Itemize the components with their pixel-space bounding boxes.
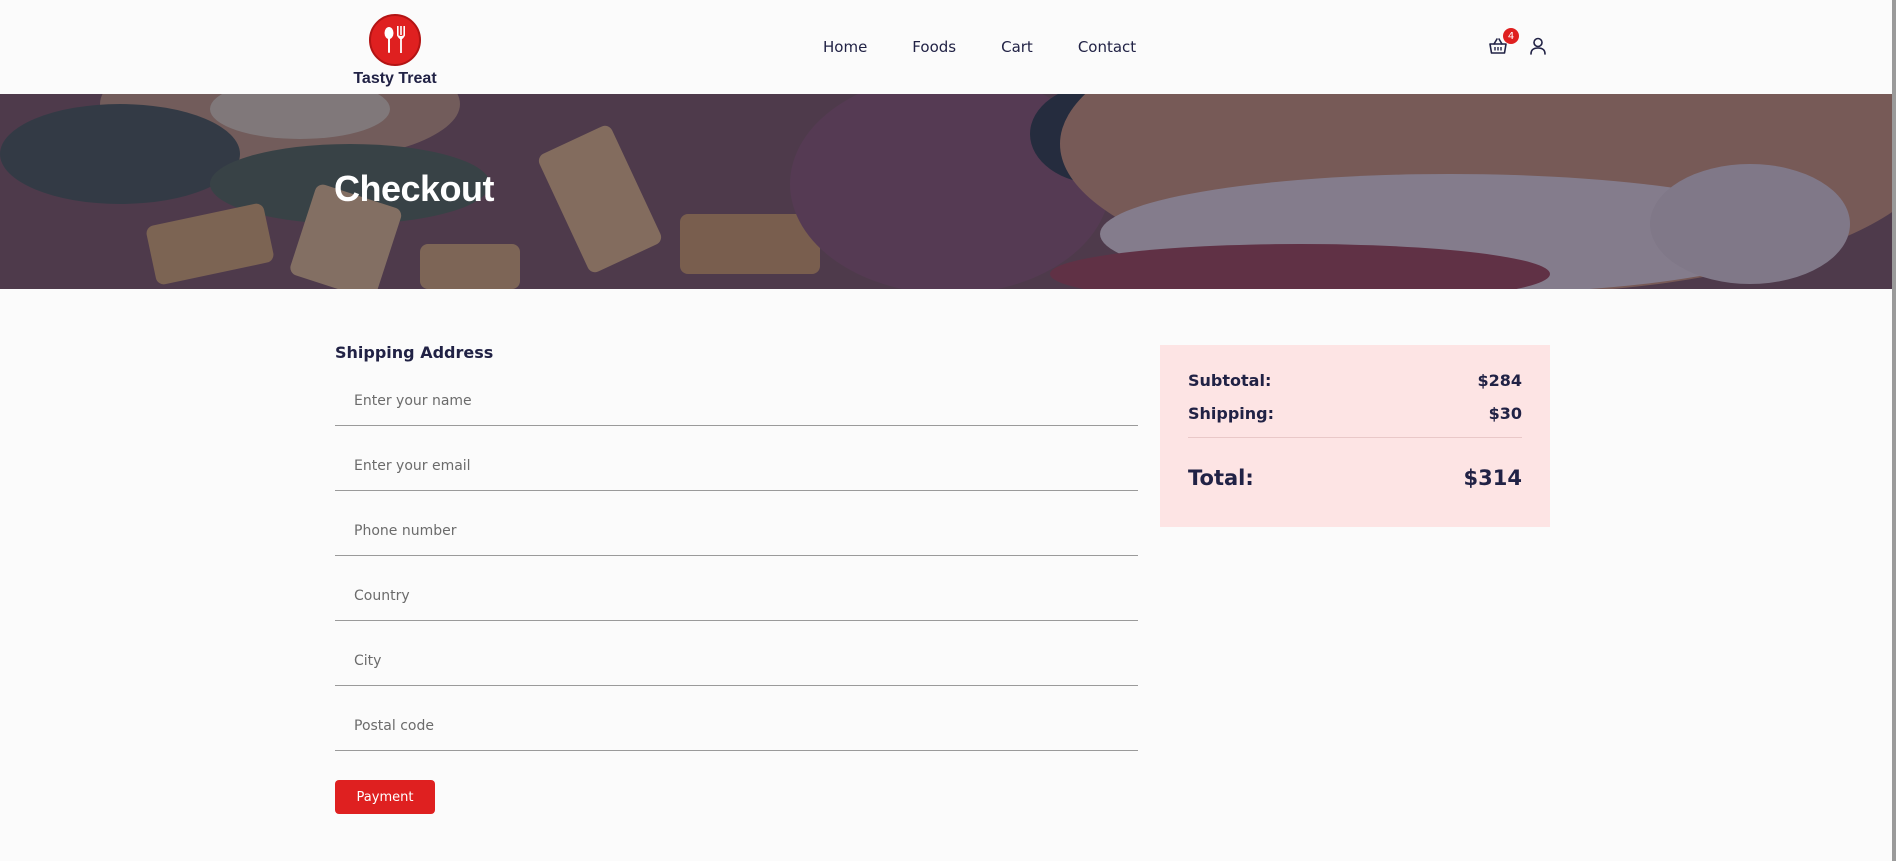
cart-count-badge: 4 bbox=[1503, 28, 1519, 44]
nav-item-foods[interactable]: Foods bbox=[912, 38, 956, 56]
user-icon bbox=[1530, 37, 1546, 55]
scrollbar-thumb[interactable] bbox=[1892, 0, 1896, 861]
hero-overlay bbox=[0, 94, 1892, 289]
cart-button[interactable]: 4 bbox=[1488, 28, 1519, 56]
country-field-wrapper bbox=[335, 572, 1138, 621]
name-input[interactable] bbox=[335, 377, 1138, 425]
shipping-value: $30 bbox=[1488, 404, 1522, 423]
summary-divider bbox=[1188, 437, 1522, 438]
city-field-wrapper bbox=[335, 637, 1138, 686]
page-hero: Checkout bbox=[0, 94, 1892, 289]
brand-name: Tasty Treat bbox=[353, 70, 437, 87]
subtotal-value: $284 bbox=[1477, 371, 1522, 390]
page-title: Checkout bbox=[334, 168, 495, 209]
nav-item-home[interactable]: Home bbox=[823, 38, 867, 56]
nav-item-contact[interactable]: Contact bbox=[1078, 38, 1136, 56]
subtotal-label: Subtotal: bbox=[1188, 371, 1272, 390]
shipping-label: Shipping: bbox=[1188, 404, 1275, 423]
site-header: Tasty Treat Home Foods Cart Contact 4 bbox=[0, 0, 1892, 94]
shipping-form: Shipping Address Payment bbox=[335, 343, 1138, 814]
payment-button[interactable]: Payment bbox=[335, 780, 435, 814]
brand-logo[interactable]: Tasty Treat bbox=[350, 14, 440, 88]
phone-field-wrapper bbox=[335, 507, 1138, 556]
postal-code-input[interactable] bbox=[335, 702, 1138, 750]
total-value: $314 bbox=[1463, 466, 1522, 490]
utensils-icon bbox=[369, 14, 421, 66]
page-scrollbar[interactable] bbox=[1892, 0, 1896, 861]
postal-code-field-wrapper bbox=[335, 702, 1138, 751]
email-input[interactable] bbox=[335, 442, 1138, 490]
name-field-wrapper bbox=[335, 377, 1138, 426]
total-row: Total: $314 bbox=[1188, 466, 1522, 490]
user-button[interactable] bbox=[1528, 36, 1548, 56]
city-input[interactable] bbox=[335, 637, 1138, 685]
order-summary: Subtotal: $284 Shipping: $30 Total: $314 bbox=[1160, 345, 1550, 527]
main-nav: Home Foods Cart Contact bbox=[823, 38, 1136, 56]
country-input[interactable] bbox=[335, 572, 1138, 620]
header-actions: 4 bbox=[1488, 28, 1548, 56]
email-field-wrapper bbox=[335, 442, 1138, 491]
shipping-row: Shipping: $30 bbox=[1188, 404, 1522, 423]
total-label: Total: bbox=[1188, 466, 1254, 490]
phone-input[interactable] bbox=[335, 507, 1138, 555]
nav-item-cart[interactable]: Cart bbox=[1001, 38, 1033, 56]
shipping-section-title: Shipping Address bbox=[335, 343, 494, 362]
subtotal-row: Subtotal: $284 bbox=[1188, 371, 1522, 390]
